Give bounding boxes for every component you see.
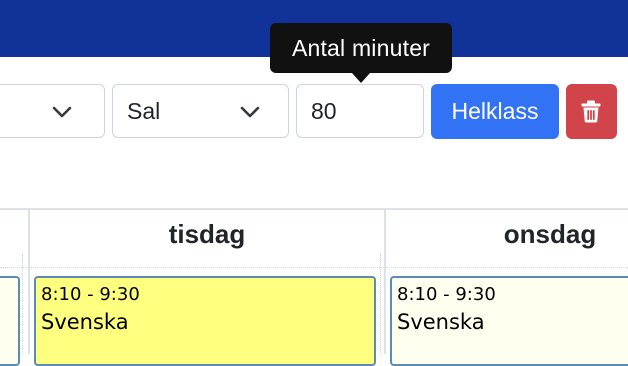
event-block-monday[interactable] — [0, 276, 20, 366]
delete-button[interactable] — [566, 84, 617, 139]
day-header-wednesday: onsdag — [503, 219, 597, 249]
event-subject: Svenska — [397, 310, 485, 334]
trash-icon — [581, 100, 601, 123]
minutes-input[interactable] — [296, 84, 424, 138]
event-time: 8:10 - 9:30 — [397, 284, 496, 305]
calendar-top-border — [0, 208, 628, 210]
chevron-down-icon — [52, 106, 72, 118]
chevron-down-icon — [240, 106, 260, 118]
event-block-wednesday[interactable]: 8:10 - 9:30 Svenska — [390, 276, 628, 366]
event-block-tuesday[interactable]: 8:10 - 9:30 Svenska — [34, 276, 376, 366]
tooltip-arrow — [352, 73, 370, 83]
minutes-tooltip: Antal minuter — [270, 23, 452, 73]
hour-gridline — [0, 267, 28, 268]
room-select[interactable]: Sal — [112, 84, 289, 138]
course-select[interactable] — [0, 84, 105, 138]
wholeclass-button[interactable]: Helklass — [431, 84, 559, 139]
slot-gridline — [380, 254, 381, 354]
hour-gridline — [30, 267, 384, 268]
event-subject: Svenska — [41, 310, 129, 334]
event-time: 8:10 - 9:30 — [41, 284, 140, 305]
slot-gridline — [22, 254, 23, 354]
day-header-tuesday: tisdag — [168, 219, 246, 249]
room-select-value: Sal — [127, 98, 161, 124]
hour-gridline — [386, 267, 628, 268]
